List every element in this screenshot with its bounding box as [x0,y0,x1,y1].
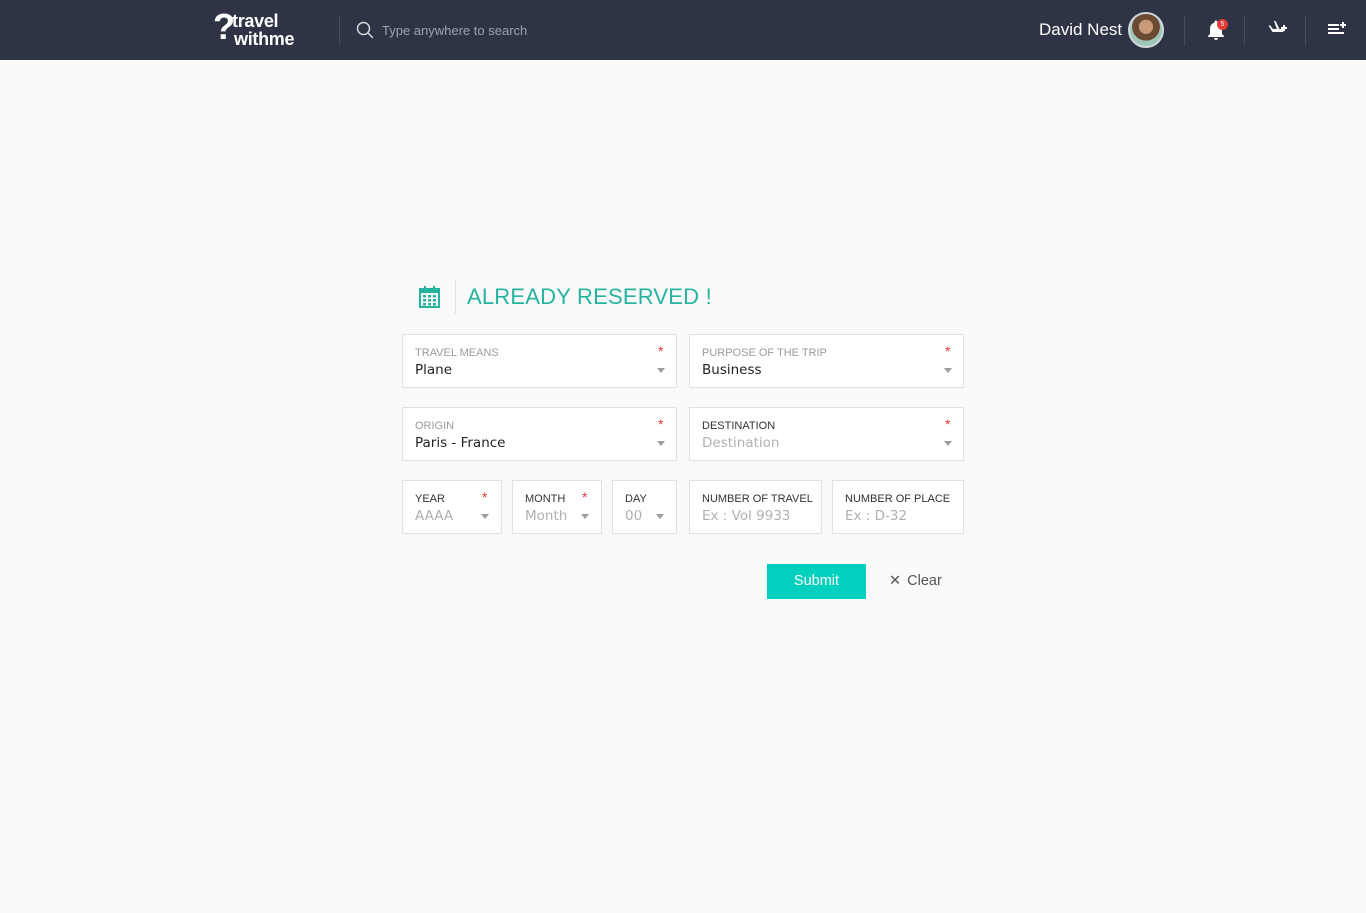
search-input[interactable] [382,19,682,41]
travel-number-placeholder: Ex : Vol 9933 [702,508,791,524]
chevron-down-icon [657,441,665,446]
origin-value: Paris - France [415,435,506,451]
chevron-down-icon [481,514,489,519]
divider [1244,15,1245,46]
year-placeholder: AAAA [415,508,454,524]
origin-label: ORIGIN [415,420,455,432]
heading-divider [455,279,456,314]
page-title: ALREADY RESERVED ! [467,284,712,309]
divider [1184,15,1185,46]
divider [339,15,340,46]
travel-means-value: Plane [415,362,453,378]
purpose-select[interactable]: PURPOSE OF THE TRIP * Business [689,334,964,388]
day-placeholder: 00 [625,508,643,524]
clear-label: Clear [907,573,942,589]
travel-means-select[interactable]: TRAVEL MEANS * Plane [402,334,677,388]
chevron-down-icon [656,514,664,519]
required-mark: * [482,489,488,505]
divider [1305,15,1306,46]
required-mark: * [945,343,951,359]
required-mark: * [945,416,951,432]
airplane-add-icon[interactable] [1264,18,1288,42]
month-select[interactable]: MONTH * Month [512,480,602,534]
chevron-down-icon [657,368,665,373]
travel-number-label: NUMBER OF TRAVEL [702,493,813,505]
purpose-value: Business [702,362,762,378]
search-icon[interactable] [356,21,374,39]
place-number-label: NUMBER OF PLACE [845,493,951,505]
calendar-icon [419,286,440,308]
month-placeholder: Month [525,508,568,524]
notification-badge: 5 [1217,19,1228,30]
logo-text-bottom: withme [234,29,295,49]
required-mark: * [658,343,664,359]
chevron-down-icon [944,368,952,373]
place-number-placeholder: Ex : D-32 [845,508,908,524]
avatar[interactable] [1128,12,1164,48]
user-name[interactable]: David Nest [1039,19,1122,41]
destination-select[interactable]: DESTINATION * Destination [689,407,964,461]
travel-means-label: TRAVEL MEANS [415,347,499,359]
travel-number-field[interactable]: NUMBER OF TRAVEL Ex : Vol 9933 [689,480,822,534]
logo[interactable]: ? travel withme [213,7,308,49]
year-label: YEAR [415,493,445,505]
logo-text-top: travel [232,11,279,31]
destination-placeholder: Destination [702,435,780,451]
close-icon: ✕ [889,573,902,589]
day-select[interactable]: DAY 00 [612,480,677,534]
chevron-down-icon [944,441,952,446]
purpose-label: PURPOSE OF THE TRIP [702,347,827,359]
year-select[interactable]: YEAR * AAAA [402,480,502,534]
clear-button[interactable]: ✕ Clear [889,571,942,591]
required-mark: * [658,416,664,432]
submit-button[interactable]: Submit [767,564,866,599]
top-bar: ? travel withme David Nest 5 [0,0,1366,60]
playlist-add-icon[interactable] [1325,18,1349,42]
day-label: DAY [625,493,647,505]
chevron-down-icon [581,514,589,519]
required-mark: * [582,489,588,505]
origin-select[interactable]: ORIGIN * Paris - France [402,407,677,461]
destination-label: DESTINATION [702,420,776,432]
month-label: MONTH [525,493,566,505]
place-number-field[interactable]: NUMBER OF PLACE Ex : D-32 [832,480,964,534]
